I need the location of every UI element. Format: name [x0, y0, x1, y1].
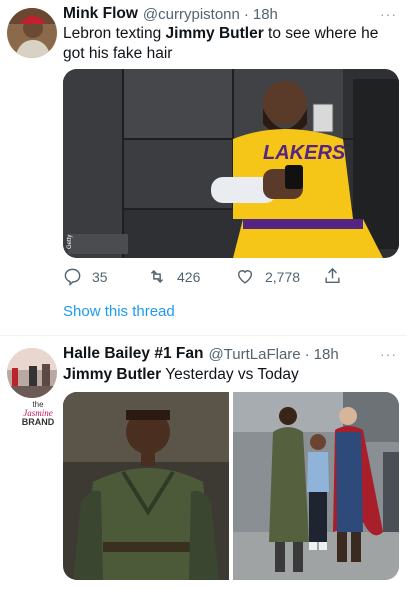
svg-text:LAKERS: LAKERS — [263, 142, 346, 164]
show-thread-link[interactable]: Show this thread — [63, 303, 175, 320]
retweet-count: 426 — [177, 268, 201, 285]
separator-dot: · — [243, 5, 249, 23]
like-button[interactable]: 2,778 — [235, 267, 300, 286]
share-button[interactable] — [323, 266, 352, 286]
tweet-text: Jimmy Butler Yesterday vs Today — [63, 366, 299, 383]
tweet-image-left[interactable] — [63, 392, 229, 580]
source-watermark: the Jasmine BRAND — [21, 400, 55, 427]
author-handle[interactable]: @TurtLaFlare — [208, 346, 300, 363]
retweet-button[interactable]: 426 — [147, 267, 200, 286]
reply-count: 35 — [92, 268, 108, 285]
timestamp[interactable]: 18h — [314, 346, 339, 363]
retweet-icon — [150, 269, 164, 284]
more-options-icon[interactable]: ··· — [380, 6, 397, 22]
like-count: 2,778 — [265, 268, 301, 285]
author-handle[interactable]: @currypistonn — [143, 6, 240, 23]
tweet-image-right[interactable] — [233, 392, 399, 580]
avatar[interactable] — [7, 8, 57, 58]
tweet-text-bold: Jimmy Butler — [63, 366, 162, 383]
tweet-1[interactable]: Mink Flow @currypistonn · 18h ··· Lebron… — [0, 0, 407, 335]
separator-dot: · — [304, 345, 310, 363]
author-name[interactable]: Halle Bailey #1 Fan — [63, 345, 203, 363]
author-name[interactable]: Mink Flow — [63, 5, 138, 23]
tweet-image[interactable]: LAKERS Getty — [63, 69, 399, 258]
tweet-2[interactable]: the Jasmine BRAND Halle Bailey #1 Fan @T… — [0, 336, 407, 590]
more-options-icon[interactable]: ··· — [380, 346, 397, 362]
tweet-text-bold: Jimmy Butler — [165, 25, 264, 42]
reply-button[interactable]: 35 — [63, 267, 108, 286]
tweet-text: Lebron texting Jimmy Butler to see where… — [63, 25, 379, 62]
share-icon — [325, 267, 340, 284]
avatar[interactable] — [7, 348, 57, 398]
getty-watermark: Getty — [67, 235, 73, 249]
heart-icon — [237, 270, 253, 284]
timestamp[interactable]: 18h — [253, 6, 278, 23]
reply-icon — [64, 268, 81, 286]
